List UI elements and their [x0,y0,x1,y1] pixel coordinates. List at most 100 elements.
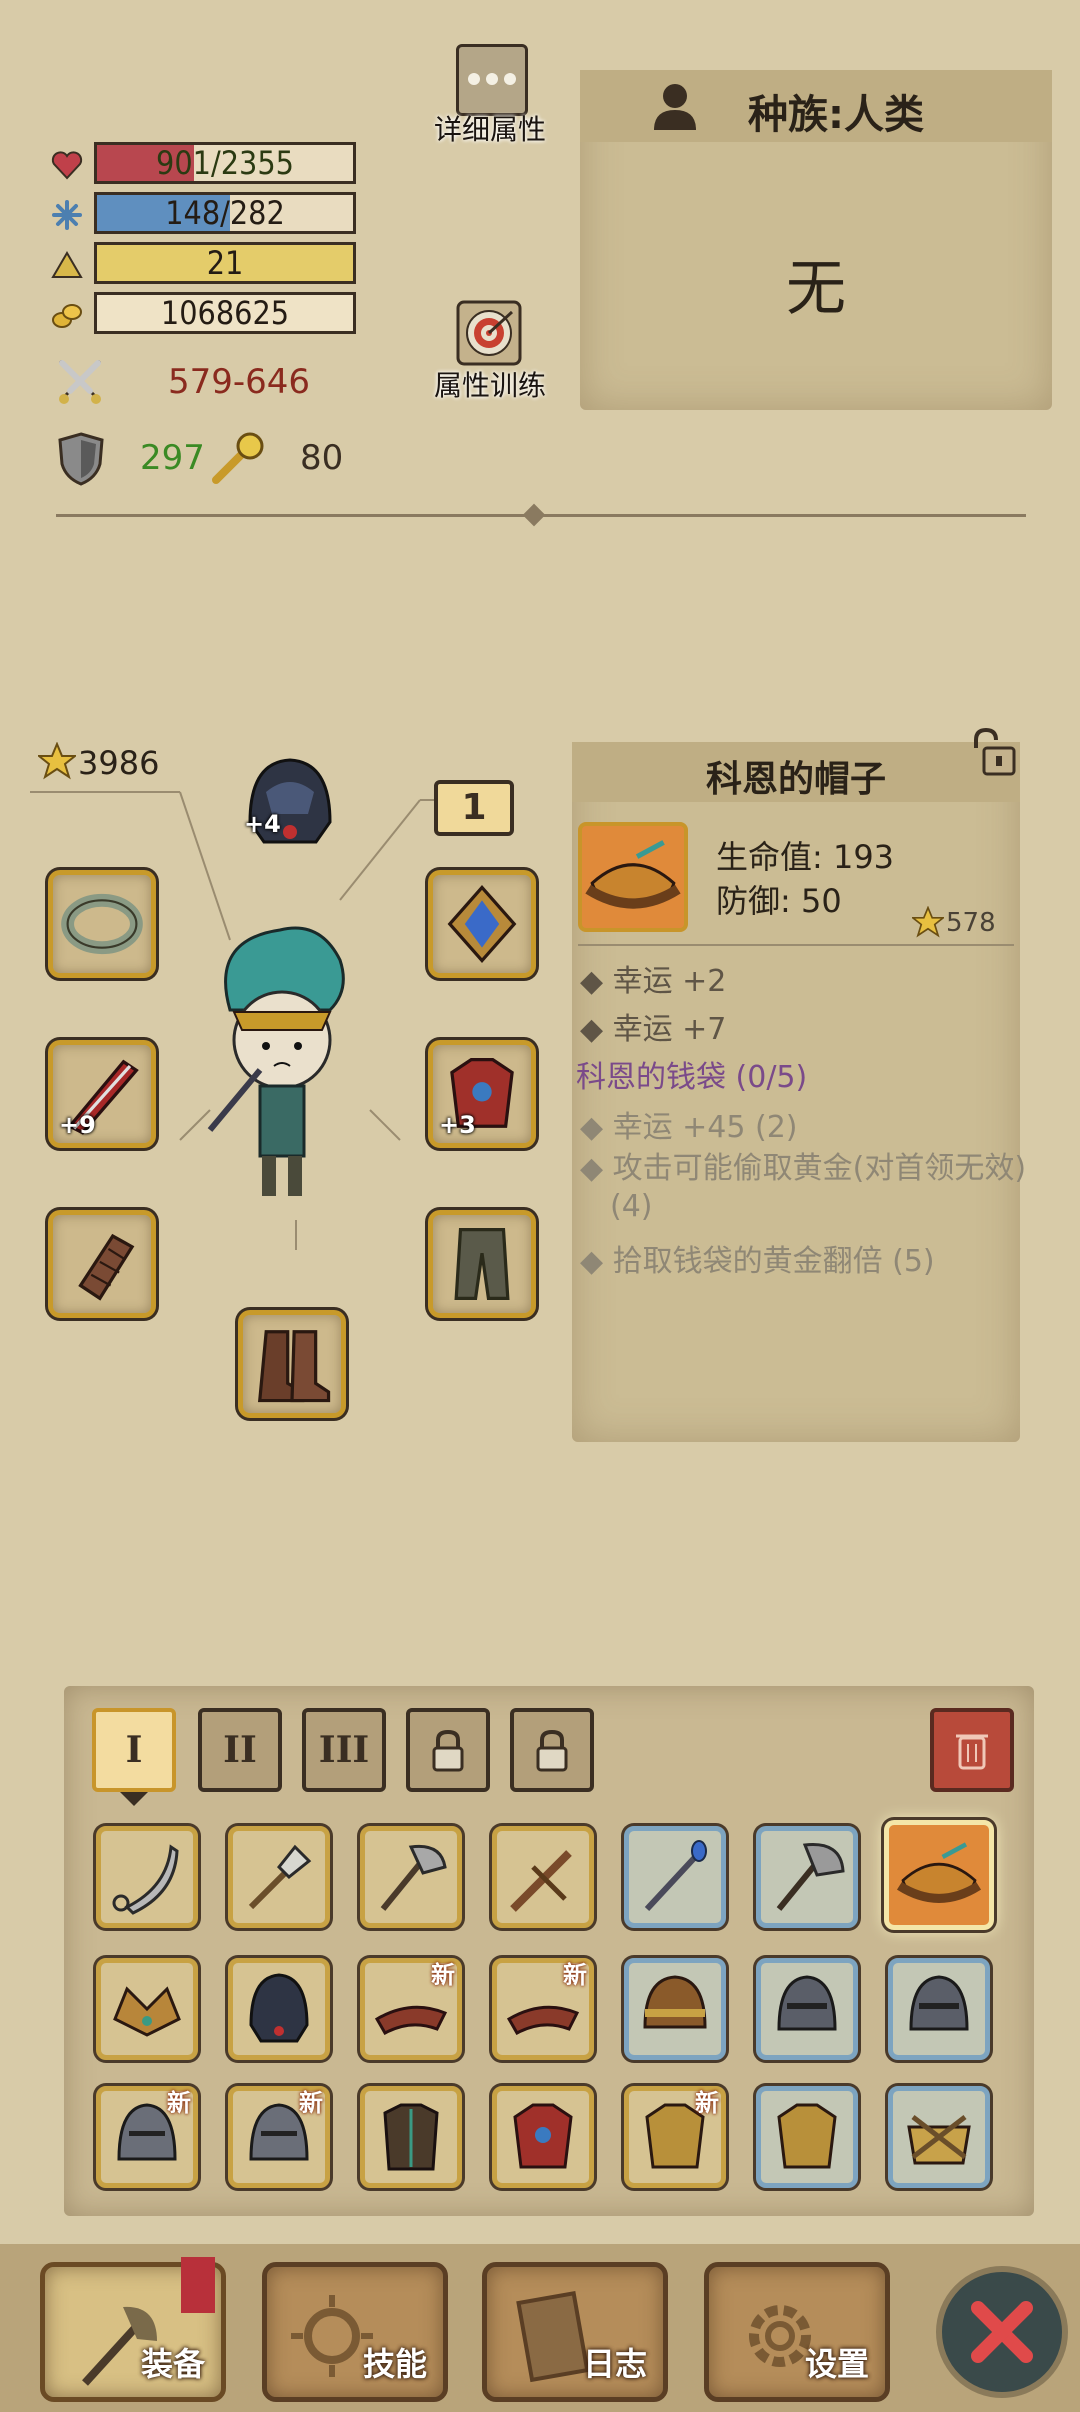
weapon-slot[interactable]: +9 [48,1040,156,1148]
inventory-item[interactable] [624,1958,726,2060]
nav-equipment-label: 装备 [140,2345,205,2383]
inventory-item[interactable] [492,1826,594,1928]
helmet-slot[interactable]: +4 [230,752,350,852]
pants-slot[interactable] [428,1210,536,1318]
bonus-text: 幸运 +2 [612,964,727,999]
inventory-item[interactable] [756,1958,858,2060]
more-dots-icon [456,44,528,116]
luck-wand-icon [212,432,264,484]
new-badge: 新 [431,1961,455,1989]
attribute-training-button[interactable]: 属性训练 [420,300,560,410]
item-name: 科恩的帽子 [705,759,886,800]
item-stat-defense: 防御: 50 [716,882,842,920]
dark-helmet-icon [249,1973,309,2043]
gold-bar: 1068625 [94,292,356,334]
armor-slot[interactable]: +3 [428,1040,536,1148]
bookmark-ribbon [181,2257,215,2313]
hp-value: 901/2355 [156,144,294,182]
mana-bar: 148/282 [94,192,356,234]
trash-icon [956,1734,988,1770]
set-bonus-line: ◆ 拾取钱袋的黄金翻倍 (5) [580,1244,935,1279]
close-icon [971,2301,1033,2363]
race-panel: 种族:人类 无 [580,70,1052,410]
inventory-item[interactable] [360,2086,462,2188]
cross-strap-armor-icon [907,2115,971,2165]
set-bonus-text: 攻击可能偷取黄金(对首领无效) (4) [610,1151,1027,1224]
boots-slot[interactable] [238,1310,346,1418]
pants-icon [454,1227,510,1301]
inventory-item[interactable] [96,1958,198,2060]
steel-helmet-icon [777,1975,837,2031]
mana-spark-icon [52,200,82,230]
inventory-tab-2[interactable]: II [198,1708,282,1792]
item-divider [578,944,1014,946]
inventory-item[interactable] [228,1826,330,1928]
inventory-item[interactable] [756,2086,858,2188]
detail-attributes-button[interactable]: 详细属性 [420,44,560,154]
trash-button[interactable] [930,1708,1014,1792]
steel-helmet-icon [909,1975,969,2031]
item-stat-hp: 生命值: 193 [716,838,895,876]
unlock-icon[interactable] [968,728,1018,778]
bonus-line: ◆ 幸运 +7 [580,1012,727,1047]
item-detail-panel: 科恩的帽子 生命值: 193 防御: 50 578 ◆ 幸运 +2 ◆ 幸运 +… [572,728,1026,1442]
cohen-hat-icon [896,1842,982,1903]
inventory-item[interactable]: 新 [96,2086,198,2188]
golden-armor-icon [777,2103,837,2169]
armor-level: +3 [439,1111,476,1139]
nav-log-button[interactable]: 日志 [482,2262,668,2402]
gold-value: 1068625 [160,294,290,332]
inventory-item[interactable] [888,1958,990,2060]
mana-value: 148/282 [165,194,285,232]
bonus-text: 幸运 +7 [612,1012,727,1047]
gloves-slot[interactable] [48,1210,156,1318]
blue-staff-icon [644,1840,707,1912]
set-page-indicator[interactable]: 1 [434,780,514,836]
set-bonus-line: ◆ 幸运 +45 (2) [580,1110,798,1145]
red-armor-icon [513,2103,573,2169]
bronze-helmet-icon [643,1975,707,2029]
divider-ornament [522,503,546,527]
ring-icon [61,893,143,955]
set-bonus-line: ◆ 攻击可能偷取黄金(对首领无效) (4) [580,1151,1027,1224]
nav-skills-button[interactable]: 技能 [262,2262,448,2402]
inventory-item[interactable]: 新 [492,1958,594,2060]
amulet-slot[interactable] [428,870,536,978]
inventory-item[interactable] [360,1826,462,1928]
ring-slot[interactable] [48,870,156,978]
inventory-item[interactable]: 新 [360,1958,462,2060]
mana-row: 148/282 [50,190,360,238]
heart-icon [51,151,83,180]
inventory-item[interactable] [96,1826,198,1928]
new-badge: 新 [563,1961,587,1989]
race-value: 无 [786,254,846,324]
nav-equipment-button[interactable]: 装备 [40,2257,226,2402]
inventory-item[interactable] [888,2086,990,2188]
new-badge: 新 [695,2089,719,2117]
race-header: 种族:人类 [580,70,1052,142]
inventory-item[interactable] [624,1826,726,1928]
blue-gem-amulet-icon [447,885,517,963]
hp-row: 901/2355 [50,140,360,188]
inventory-tab-3[interactable]: III [302,1708,386,1792]
set-bonus-text: 幸运 +45 (2) [612,1110,798,1145]
luck-value: 80 [300,438,344,478]
inventory-item[interactable] [756,1826,858,1928]
inventory-item[interactable]: 新 [228,2086,330,2188]
active-tab-pointer [120,1792,148,1806]
item-preview [578,822,688,932]
inventory-item[interactable] [492,2086,594,2188]
close-button[interactable] [936,2266,1068,2398]
spiked-mace-icon [248,1844,312,1910]
inventory-tab-locked-2[interactable] [510,1708,594,1792]
inventory-item[interactable] [228,1958,330,2060]
inventory-item-selected[interactable] [884,1820,994,1930]
nav-settings-button[interactable]: 设置 [704,2262,890,2402]
inventory-tab-locked-1[interactable] [406,1708,490,1792]
inventory-tab-1[interactable]: I [92,1708,176,1792]
item-detail-header: 科恩的帽子 [572,742,1020,802]
shield-icon [58,432,104,486]
lock-icon [432,1729,464,1772]
leather-vest-icon [383,2103,439,2171]
inventory-item[interactable]: 新 [624,2086,726,2188]
